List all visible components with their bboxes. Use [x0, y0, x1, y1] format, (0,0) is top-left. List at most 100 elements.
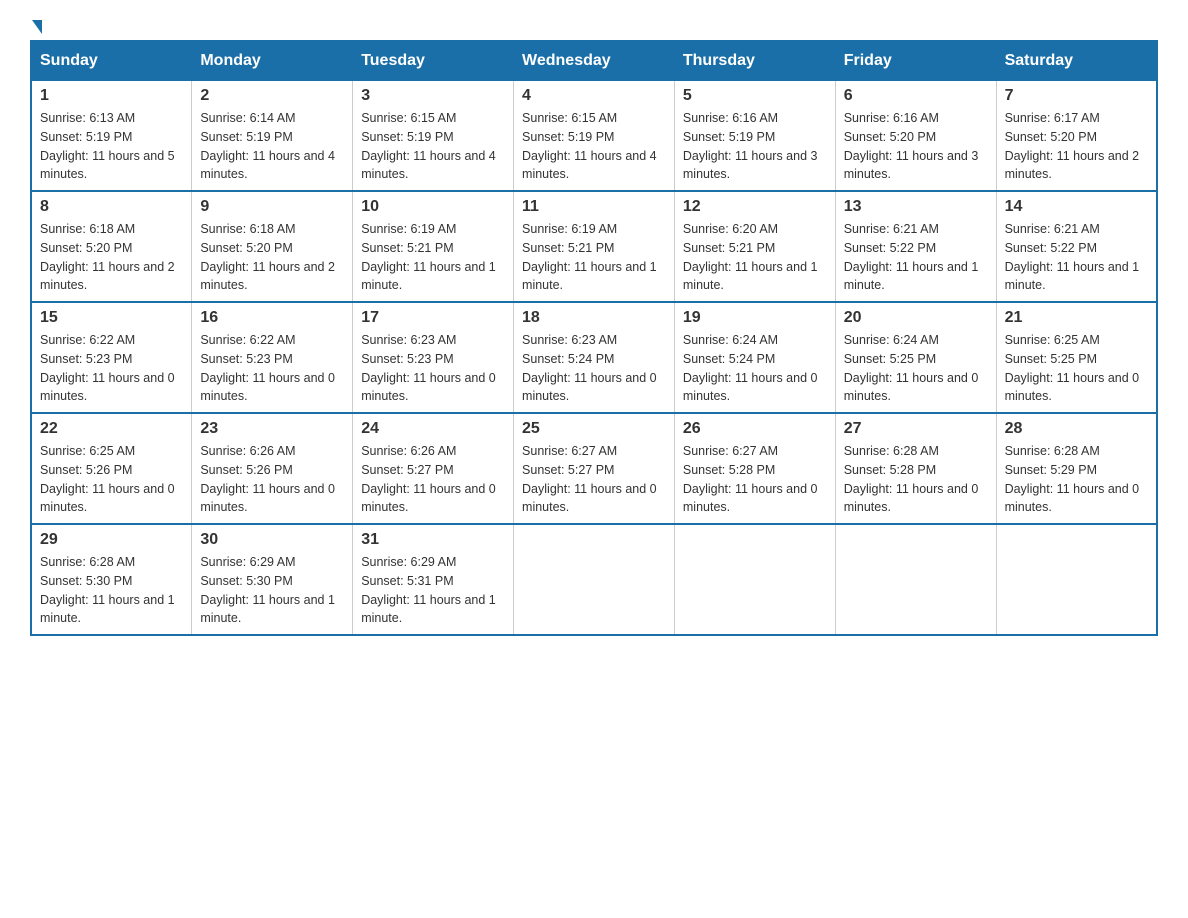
- calendar-cell: 17 Sunrise: 6:23 AMSunset: 5:23 PMDayligh…: [353, 302, 514, 413]
- calendar-week-5: 29 Sunrise: 6:28 AMSunset: 5:30 PMDayligh…: [31, 524, 1157, 635]
- day-number: 29: [40, 531, 183, 549]
- weekday-header-wednesday: Wednesday: [514, 41, 675, 81]
- calendar-cell: 26 Sunrise: 6:27 AMSunset: 5:28 PMDayligh…: [674, 413, 835, 524]
- day-info: Sunrise: 6:22 AMSunset: 5:23 PMDaylight:…: [40, 331, 183, 406]
- day-number: 19: [683, 309, 827, 327]
- calendar-cell: 31 Sunrise: 6:29 AMSunset: 5:31 PMDayligh…: [353, 524, 514, 635]
- day-number: 26: [683, 420, 827, 438]
- day-number: 22: [40, 420, 183, 438]
- day-info: Sunrise: 6:16 AMSunset: 5:20 PMDaylight:…: [844, 109, 988, 184]
- calendar-cell: 27 Sunrise: 6:28 AMSunset: 5:28 PMDayligh…: [835, 413, 996, 524]
- day-info: Sunrise: 6:26 AMSunset: 5:26 PMDaylight:…: [200, 442, 344, 517]
- calendar-cell: 21 Sunrise: 6:25 AMSunset: 5:25 PMDayligh…: [996, 302, 1157, 413]
- day-number: 25: [522, 420, 666, 438]
- day-number: 9: [200, 198, 344, 216]
- day-info: Sunrise: 6:26 AMSunset: 5:27 PMDaylight:…: [361, 442, 505, 517]
- calendar-cell: 29 Sunrise: 6:28 AMSunset: 5:30 PMDayligh…: [31, 524, 192, 635]
- weekday-header-tuesday: Tuesday: [353, 41, 514, 81]
- day-number: 14: [1005, 198, 1148, 216]
- calendar-cell: 13 Sunrise: 6:21 AMSunset: 5:22 PMDayligh…: [835, 191, 996, 302]
- day-info: Sunrise: 6:21 AMSunset: 5:22 PMDaylight:…: [844, 220, 988, 295]
- calendar-cell: 23 Sunrise: 6:26 AMSunset: 5:26 PMDayligh…: [192, 413, 353, 524]
- day-number: 23: [200, 420, 344, 438]
- calendar-week-4: 22 Sunrise: 6:25 AMSunset: 5:26 PMDayligh…: [31, 413, 1157, 524]
- calendar-cell: 22 Sunrise: 6:25 AMSunset: 5:26 PMDayligh…: [31, 413, 192, 524]
- day-number: 5: [683, 87, 827, 105]
- day-number: 8: [40, 198, 183, 216]
- day-number: 24: [361, 420, 505, 438]
- logo-arrow-icon: [32, 20, 42, 34]
- calendar-cell: 10 Sunrise: 6:19 AMSunset: 5:21 PMDayligh…: [353, 191, 514, 302]
- calendar-week-1: 1 Sunrise: 6:13 AMSunset: 5:19 PMDaylight…: [31, 81, 1157, 192]
- day-info: Sunrise: 6:18 AMSunset: 5:20 PMDaylight:…: [40, 220, 183, 295]
- day-info: Sunrise: 6:19 AMSunset: 5:21 PMDaylight:…: [361, 220, 505, 295]
- calendar-cell: 30 Sunrise: 6:29 AMSunset: 5:30 PMDayligh…: [192, 524, 353, 635]
- calendar-cell: 25 Sunrise: 6:27 AMSunset: 5:27 PMDayligh…: [514, 413, 675, 524]
- day-number: 2: [200, 87, 344, 105]
- day-number: 15: [40, 309, 183, 327]
- day-info: Sunrise: 6:28 AMSunset: 5:30 PMDaylight:…: [40, 553, 183, 628]
- calendar-cell: 9Sunrise: 6:18 AMSunset: 5:20 PMDaylight…: [192, 191, 353, 302]
- calendar-week-3: 15 Sunrise: 6:22 AMSunset: 5:23 PMDayligh…: [31, 302, 1157, 413]
- day-info: Sunrise: 6:28 AMSunset: 5:28 PMDaylight:…: [844, 442, 988, 517]
- day-number: 16: [200, 309, 344, 327]
- calendar-cell: 16 Sunrise: 6:22 AMSunset: 5:23 PMDayligh…: [192, 302, 353, 413]
- calendar-cell: 8 Sunrise: 6:18 AMSunset: 5:20 PMDaylight…: [31, 191, 192, 302]
- weekday-header-sunday: Sunday: [31, 41, 192, 81]
- day-number: 6: [844, 87, 988, 105]
- calendar-table: SundayMondayTuesdayWednesdayThursdayFrid…: [30, 40, 1158, 636]
- logo: [30, 20, 44, 30]
- day-number: 13: [844, 198, 988, 216]
- calendar-cell: [514, 524, 675, 635]
- calendar-cell: 14 Sunrise: 6:21 AMSunset: 5:22 PMDayligh…: [996, 191, 1157, 302]
- calendar-cell: [674, 524, 835, 635]
- day-info: Sunrise: 6:19 AMSunset: 5:21 PMDaylight:…: [522, 220, 666, 295]
- day-info: Sunrise: 6:20 AMSunset: 5:21 PMDaylight:…: [683, 220, 827, 295]
- day-info: Sunrise: 6:28 AMSunset: 5:29 PMDaylight:…: [1005, 442, 1148, 517]
- day-number: 28: [1005, 420, 1148, 438]
- page-header: [30, 20, 1158, 30]
- day-number: 1: [40, 87, 183, 105]
- day-info: Sunrise: 6:21 AMSunset: 5:22 PMDaylight:…: [1005, 220, 1148, 295]
- weekday-header-friday: Friday: [835, 41, 996, 81]
- day-info: Sunrise: 6:29 AMSunset: 5:30 PMDaylight:…: [200, 553, 344, 628]
- day-number: 27: [844, 420, 988, 438]
- day-info: Sunrise: 6:27 AMSunset: 5:28 PMDaylight:…: [683, 442, 827, 517]
- calendar-cell: 5 Sunrise: 6:16 AMSunset: 5:19 PMDaylight…: [674, 81, 835, 192]
- calendar-cell: 28 Sunrise: 6:28 AMSunset: 5:29 PMDayligh…: [996, 413, 1157, 524]
- weekday-header-row: SundayMondayTuesdayWednesdayThursdayFrid…: [31, 41, 1157, 81]
- day-info: Sunrise: 6:15 AMSunset: 5:19 PMDaylight:…: [361, 109, 505, 184]
- calendar-cell: 12Sunrise: 6:20 AMSunset: 5:21 PMDayligh…: [674, 191, 835, 302]
- day-info: Sunrise: 6:13 AMSunset: 5:19 PMDaylight:…: [40, 109, 183, 184]
- calendar-week-2: 8 Sunrise: 6:18 AMSunset: 5:20 PMDaylight…: [31, 191, 1157, 302]
- calendar-cell: [835, 524, 996, 635]
- day-info: Sunrise: 6:23 AMSunset: 5:23 PMDaylight:…: [361, 331, 505, 406]
- day-info: Sunrise: 6:27 AMSunset: 5:27 PMDaylight:…: [522, 442, 666, 517]
- day-info: Sunrise: 6:24 AMSunset: 5:25 PMDaylight:…: [844, 331, 988, 406]
- calendar-cell: 1 Sunrise: 6:13 AMSunset: 5:19 PMDaylight…: [31, 81, 192, 192]
- calendar-cell: 3 Sunrise: 6:15 AMSunset: 5:19 PMDaylight…: [353, 81, 514, 192]
- day-number: 18: [522, 309, 666, 327]
- calendar-cell: 24 Sunrise: 6:26 AMSunset: 5:27 PMDayligh…: [353, 413, 514, 524]
- day-number: 30: [200, 531, 344, 549]
- day-info: Sunrise: 6:24 AMSunset: 5:24 PMDaylight:…: [683, 331, 827, 406]
- day-info: Sunrise: 6:22 AMSunset: 5:23 PMDaylight:…: [200, 331, 344, 406]
- day-number: 21: [1005, 309, 1148, 327]
- weekday-header-saturday: Saturday: [996, 41, 1157, 81]
- day-number: 17: [361, 309, 505, 327]
- day-info: Sunrise: 6:29 AMSunset: 5:31 PMDaylight:…: [361, 553, 505, 628]
- day-info: Sunrise: 6:25 AMSunset: 5:26 PMDaylight:…: [40, 442, 183, 517]
- day-number: 10: [361, 198, 505, 216]
- day-number: 3: [361, 87, 505, 105]
- calendar-cell: 4Sunrise: 6:15 AMSunset: 5:19 PMDaylight…: [514, 81, 675, 192]
- day-number: 31: [361, 531, 505, 549]
- day-info: Sunrise: 6:16 AMSunset: 5:19 PMDaylight:…: [683, 109, 827, 184]
- day-info: Sunrise: 6:23 AMSunset: 5:24 PMDaylight:…: [522, 331, 666, 406]
- day-number: 4: [522, 87, 666, 105]
- day-number: 7: [1005, 87, 1148, 105]
- day-number: 20: [844, 309, 988, 327]
- day-number: 11: [522, 198, 666, 216]
- day-info: Sunrise: 6:25 AMSunset: 5:25 PMDaylight:…: [1005, 331, 1148, 406]
- day-info: Sunrise: 6:14 AMSunset: 5:19 PMDaylight:…: [200, 109, 344, 184]
- calendar-cell: [996, 524, 1157, 635]
